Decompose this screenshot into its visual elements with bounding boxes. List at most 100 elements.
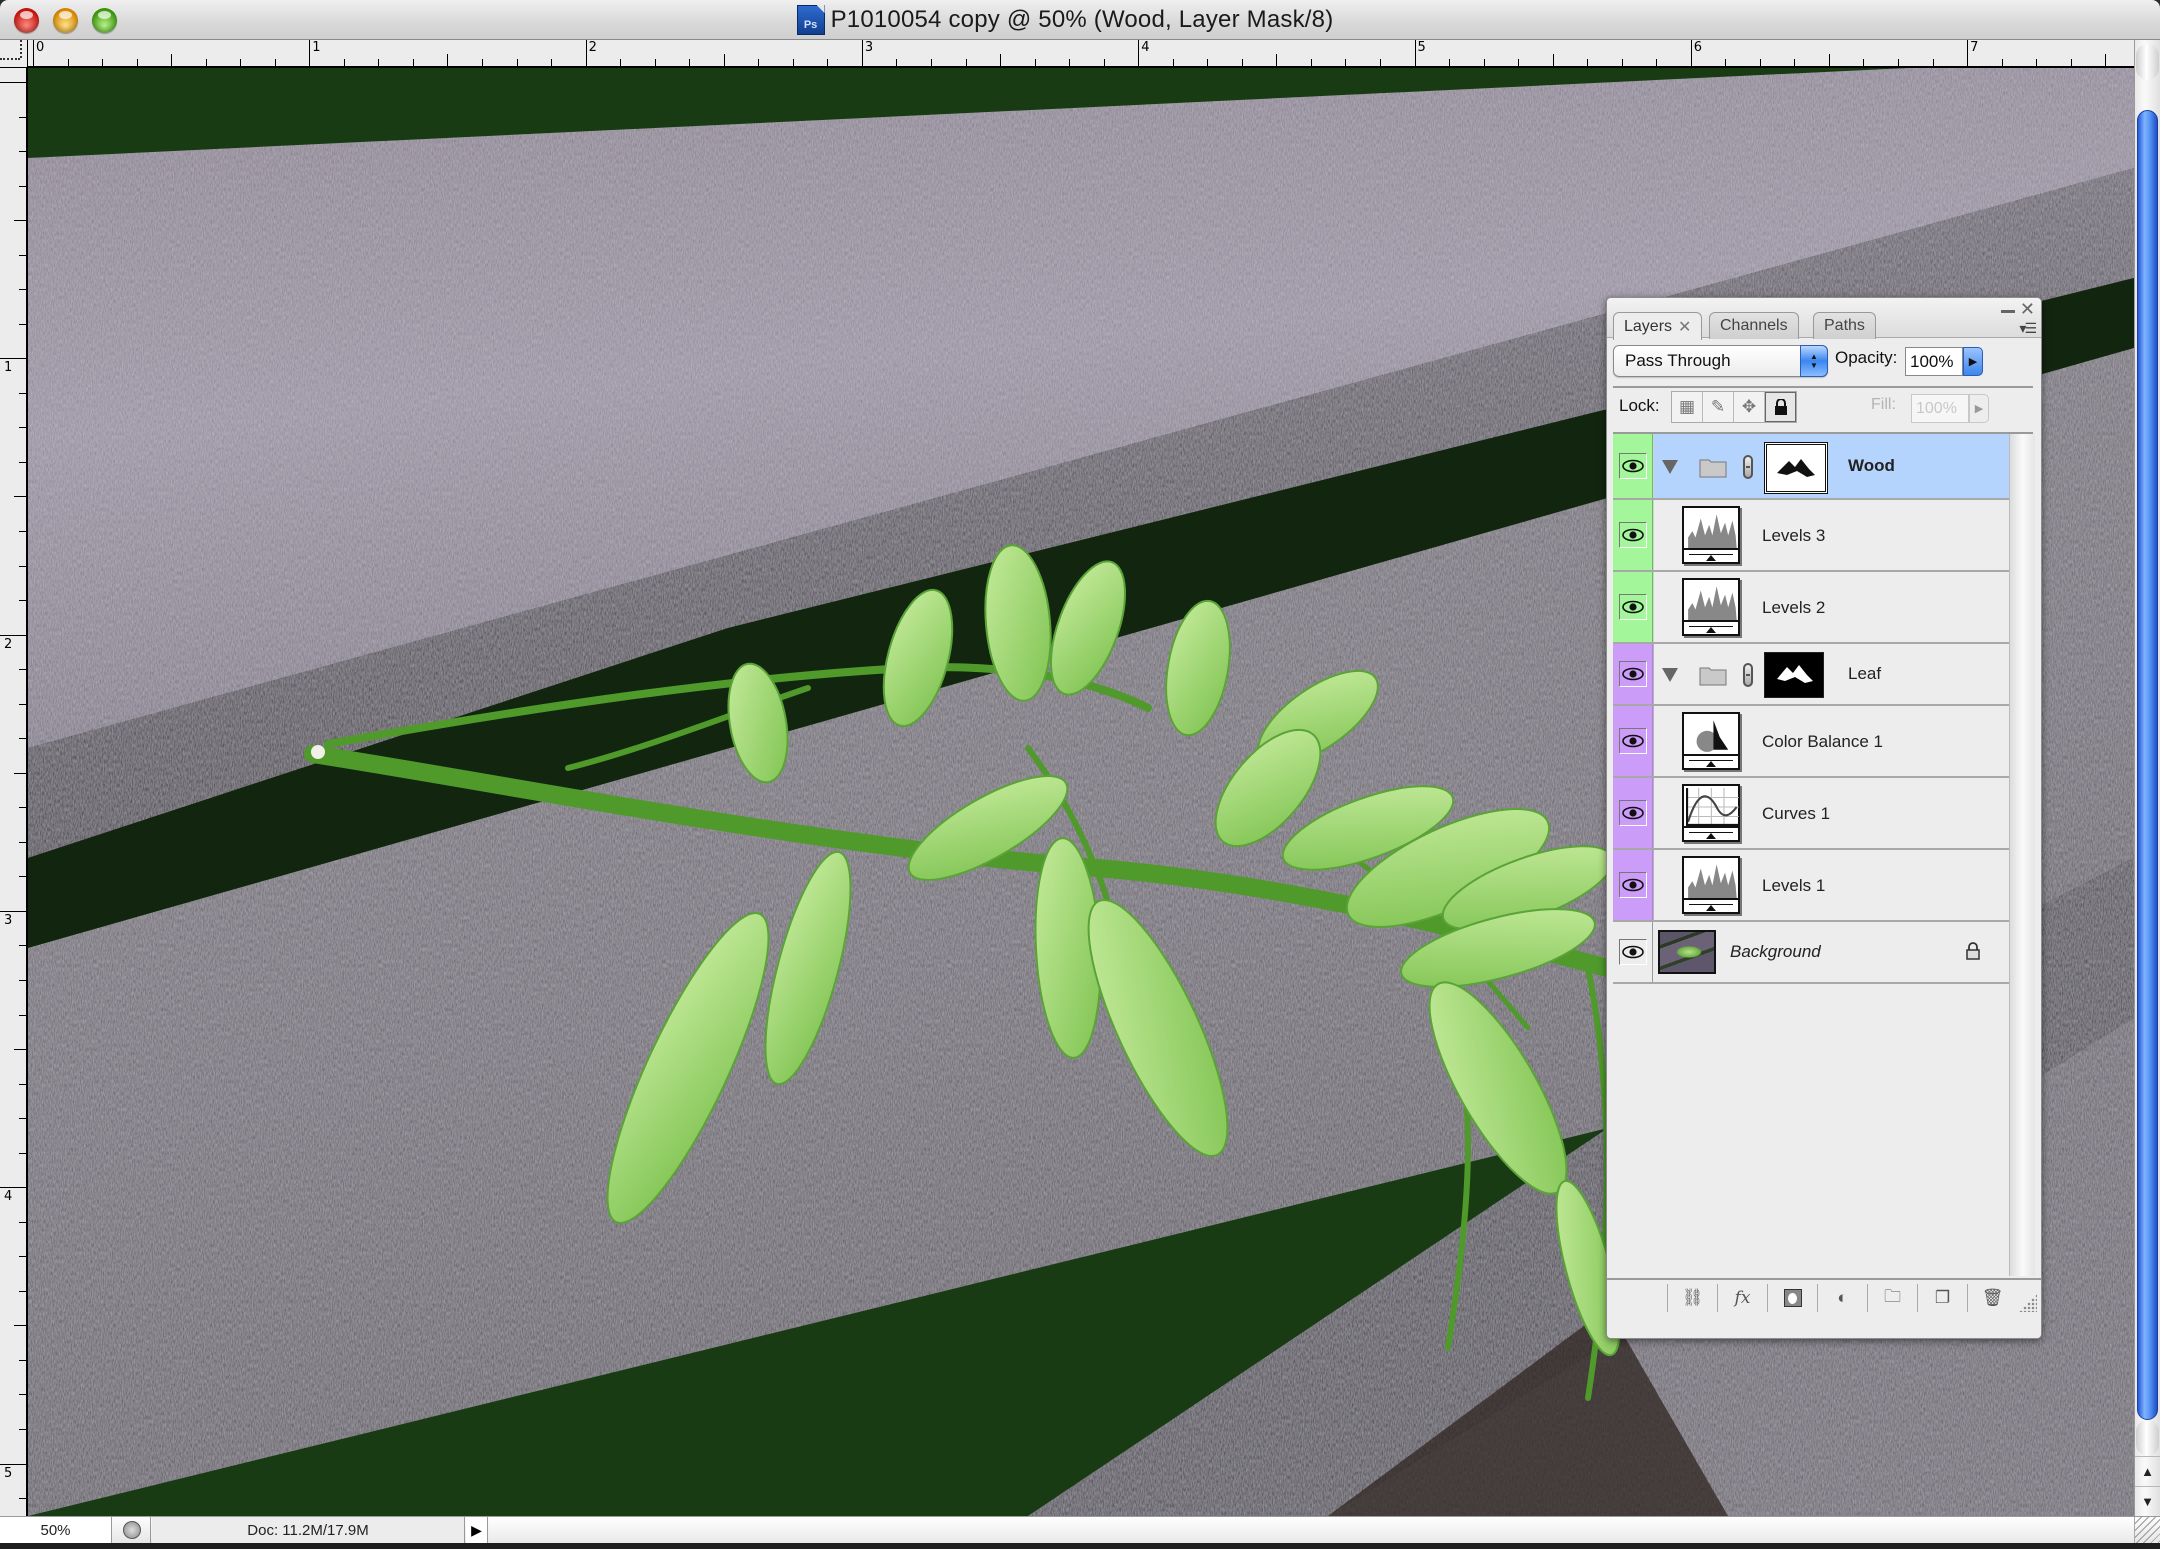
- ruler-origin-corner[interactable]: [0, 40, 28, 68]
- visibility-eye-icon[interactable]: [1618, 453, 1647, 479]
- lock-position-icon[interactable]: ✥: [1734, 392, 1765, 422]
- version-cue-icon[interactable]: [113, 1517, 151, 1543]
- layer-style-fx-icon[interactable]: fx: [1717, 1284, 1767, 1312]
- visibility-eye-icon[interactable]: [1618, 522, 1647, 548]
- ruler-tick: [861, 40, 863, 66]
- ruler-tick: [19, 1152, 26, 1154]
- ruler-tick: [19, 323, 26, 325]
- tab-channels[interactable]: Channels: [1709, 312, 1799, 339]
- visibility-eye-icon[interactable]: [1618, 661, 1647, 687]
- layer-row-wood[interactable]: Wood: [1613, 434, 2009, 500]
- panel-resize-grip-icon[interactable]: [2019, 1294, 2037, 1312]
- layer-row-levels-3[interactable]: Levels 3: [1613, 500, 2009, 572]
- layer-list-scrollbar[interactable]: [2009, 434, 2035, 1276]
- mask-link-icon[interactable]: [1743, 455, 1753, 479]
- vertical-ruler[interactable]: 1 2 3 4 5: [0, 68, 28, 1516]
- levels-adjustment-icon: [1682, 578, 1740, 636]
- visibility-eye-icon[interactable]: [1618, 800, 1647, 826]
- ruler-tick: [19, 807, 26, 809]
- ruler-tick: [447, 54, 449, 66]
- new-adjustment-layer-icon[interactable]: ◐: [1817, 1284, 1867, 1312]
- visibility-eye-icon[interactable]: [1618, 728, 1647, 754]
- lock-buttons: ▦ ✎ ✥: [1671, 391, 1797, 423]
- ruler-label: 7: [1970, 40, 1979, 55]
- layer-name: Levels 3: [1762, 526, 1826, 545]
- new-group-folder-icon[interactable]: 🗀: [1867, 1284, 1917, 1312]
- tab-layers[interactable]: Layers ✕: [1613, 312, 1703, 340]
- ruler-tick: [1000, 54, 1002, 66]
- visibility-eye-icon[interactable]: [1618, 872, 1647, 898]
- ruler-tick: [19, 461, 26, 463]
- vertical-scrollbar[interactable]: ▲ ▼: [2134, 40, 2160, 1516]
- blend-mode-value: Pass Through: [1625, 351, 1731, 370]
- ruler-tick: [585, 40, 587, 66]
- ruler-tick: [0, 1463, 26, 1465]
- vertical-scroll-thumb[interactable]: [2137, 110, 2158, 1420]
- layer-row-curves-1[interactable]: Curves 1: [1613, 778, 2009, 850]
- new-layer-icon[interactable]: ❐: [1917, 1284, 1967, 1312]
- horizontal-scrollbar[interactable]: [489, 1517, 2134, 1543]
- ruler-tick: [1587, 59, 1589, 66]
- lock-all-icon[interactable]: [1765, 392, 1796, 422]
- lock-image-icon[interactable]: ✎: [1703, 392, 1734, 422]
- status-menu-arrow-icon[interactable]: ▶: [466, 1517, 488, 1543]
- folder-icon: [1699, 667, 1727, 686]
- scroll-up-arrow-icon[interactable]: ▲: [2135, 1456, 2160, 1486]
- fill-input[interactable]: 100%: [1911, 394, 1969, 423]
- visibility-eye-icon[interactable]: [1618, 594, 1647, 620]
- panel-menu-icon[interactable]: ▾☰: [2019, 320, 2037, 337]
- fill-slider-arrow-icon[interactable]: ▶: [1969, 394, 1989, 423]
- delete-layer-trash-icon[interactable]: 🗑: [1967, 1284, 2017, 1312]
- ruler-tick: [516, 59, 518, 66]
- layer-row-leaf[interactable]: Leaf: [1613, 644, 2009, 706]
- horizontal-ruler[interactable]: 0 1 2 3 4 5 6 7: [28, 40, 2134, 68]
- ruler-tick: [19, 600, 26, 602]
- link-layers-icon[interactable]: ⛓: [1667, 1284, 1717, 1312]
- ruler-tick: [1241, 59, 1243, 66]
- ruler-tick: [67, 59, 69, 66]
- tab-paths-label: Paths: [1824, 317, 1865, 334]
- group-expand-triangle-icon[interactable]: [1662, 668, 1678, 682]
- ruler-tick: [1863, 59, 1865, 66]
- ruler-tick: [19, 1290, 26, 1292]
- ruler-label: 6: [1693, 40, 1703, 55]
- scroll-down-arrow-icon[interactable]: ▼: [2135, 1486, 2160, 1516]
- ruler-tick: [19, 151, 26, 153]
- tab-paths[interactable]: Paths: [1813, 312, 1876, 339]
- blend-mode-select[interactable]: Pass Through ▲ ▼: [1613, 345, 1828, 377]
- mask-link-icon[interactable]: [1743, 663, 1753, 687]
- ruler-tick: [551, 59, 553, 66]
- dock-strip: [0, 1543, 2160, 1549]
- add-layer-mask-icon[interactable]: [1767, 1284, 1817, 1312]
- layer-row-background[interactable]: Background: [1613, 922, 2009, 984]
- ruler-tick: [309, 40, 311, 66]
- visibility-eye-icon[interactable]: [1618, 939, 1647, 965]
- leaf-layer-mask-thumbnail[interactable]: [1764, 652, 1824, 698]
- group-expand-triangle-icon[interactable]: [1662, 460, 1678, 474]
- ruler-tick: [343, 59, 345, 66]
- panel-close-icon[interactable]: ✕: [2020, 299, 2035, 320]
- tab-close-icon[interactable]: ✕: [1678, 317, 1691, 337]
- ruler-tick: [1414, 40, 1416, 66]
- select-stepper-icon: ▲ ▼: [1800, 345, 1828, 377]
- layer-row-levels-1[interactable]: Levels 1: [1613, 850, 2009, 922]
- lock-transparent-icon[interactable]: ▦: [1672, 392, 1703, 422]
- layer-row-color-balance-1[interactable]: Color Balance 1: [1613, 706, 2009, 778]
- ruler-tick: [19, 530, 26, 532]
- zoom-level-field[interactable]: 50%: [0, 1517, 112, 1543]
- ruler-tick: [1449, 59, 1451, 66]
- opacity-slider-arrow-icon[interactable]: ▶: [1963, 347, 1983, 376]
- folder-icon: [1699, 459, 1727, 478]
- color-balance-adjustment-icon: [1682, 712, 1740, 770]
- ruler-tick: [205, 59, 207, 66]
- layer-row-levels-2[interactable]: Levels 2: [1613, 572, 2009, 644]
- panel-minimize-icon[interactable]: [2001, 310, 2015, 313]
- ruler-tick: [14, 1325, 26, 1327]
- wood-layer-mask-thumbnail[interactable]: [1764, 442, 1828, 494]
- ruler-tick: [14, 496, 26, 498]
- window-resize-grip-icon[interactable]: [2134, 1517, 2160, 1543]
- window-title-bar[interactable]: Ps P1010054 copy @ 50% (Wood, Layer Mask…: [0, 0, 2160, 40]
- opacity-input[interactable]: 100%: [1905, 347, 1963, 376]
- fill-label: Fill:: [1871, 396, 1896, 413]
- ruler-tick: [19, 565, 26, 567]
